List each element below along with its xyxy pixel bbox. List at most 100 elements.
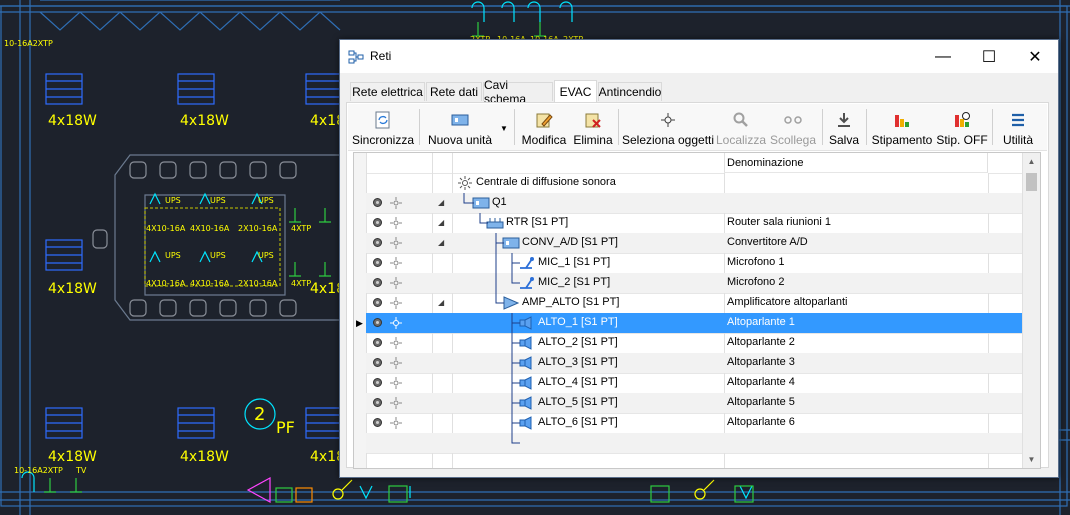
tree-row[interactable]: ALTO_4 [S1 PT] Altoparlante 4 — [354, 373, 1024, 394]
stip-off-label: Stip. OFF — [936, 133, 988, 147]
tab-antincendio[interactable]: Antincendio — [598, 82, 662, 101]
close-button[interactable]: ✕ — [1012, 40, 1058, 73]
tree-row[interactable]: ◢ RTR [S1 PT] Router sala riunioni 1 — [354, 213, 1024, 234]
nuova-unita-dropdown[interactable]: ▼ — [498, 104, 510, 150]
minimize-button[interactable]: — — [920, 40, 966, 73]
tree-row[interactable]: ALTO_5 [S1 PT] Altoparlante 5 — [354, 393, 1024, 414]
grid-header: Denominazione — [354, 153, 1024, 174]
target-icon[interactable] — [390, 257, 402, 269]
cad-label-device: 2X10-16A — [238, 279, 278, 288]
magnifier-icon — [733, 110, 749, 130]
cad-label-device: 2X10-16A — [238, 224, 278, 233]
target-icon[interactable] — [390, 417, 402, 429]
tab-rete-dati[interactable]: Rete dati — [426, 82, 482, 101]
target-icon[interactable] — [390, 337, 402, 349]
toolbar-separator — [822, 109, 823, 145]
localizza-button[interactable]: Localizza — [716, 104, 766, 150]
network-tree-grid: Denominazione Centrale di diffusione son… — [353, 152, 1041, 469]
sincronizza-button[interactable]: Sincronizza — [352, 104, 414, 150]
tree-row[interactable]: MIC_1 [S1 PT] Microfono 1 — [354, 253, 1024, 274]
microphone-icon — [520, 257, 534, 269]
scollega-label: Scollega — [769, 133, 817, 147]
tree-row-name: ALTO_1 [S1 PT] — [538, 316, 618, 328]
tree-row-name: RTR [S1 PT] — [506, 216, 569, 228]
tab-evac[interactable]: EVAC — [554, 80, 597, 103]
toolbar: Sincronizza Nuova unità ▼ Modifica Elimi… — [348, 104, 1047, 151]
bar-chart-off-icon — [953, 110, 971, 130]
title-bar[interactable]: Reti — ☐ ✕ — [340, 40, 1058, 73]
tree-row[interactable]: Centrale di diffusione sonora — [354, 173, 1024, 194]
toolbar-separator — [866, 109, 867, 145]
scroll-thumb[interactable] — [1026, 173, 1037, 191]
target-icon[interactable] — [390, 217, 402, 229]
toolbar-separator — [419, 109, 420, 145]
target-icon[interactable] — [390, 297, 402, 309]
nuova-unita-button[interactable]: Nuova unità — [424, 104, 496, 150]
tree-row[interactable]: MIC_2 [S1 PT] Microfono 2 — [354, 273, 1024, 294]
scollega-button[interactable]: Scollega — [768, 104, 818, 150]
stipamento-button[interactable]: Stipamento — [871, 104, 933, 150]
cad-label-ups: UPS — [165, 251, 181, 260]
column-header-denominazione[interactable]: Denominazione — [724, 153, 988, 173]
elimina-label: Elimina — [573, 133, 613, 147]
tree-row-desc: Altoparlante 4 — [727, 376, 795, 388]
target-icon[interactable] — [390, 317, 402, 329]
scroll-up-icon[interactable]: ▲ — [1023, 153, 1040, 170]
toolbar-separator — [618, 109, 619, 145]
tree-row[interactable]: ◢ AMP_ALTO [S1 PT] Amplificatore altopar… — [354, 293, 1024, 314]
cad-label-4x18w: 4x18W — [180, 449, 229, 465]
status-dot-icon — [373, 258, 382, 267]
empty-row — [354, 433, 1024, 454]
cad-label-device: 4X10-16A — [146, 279, 186, 288]
tree-row[interactable]: ◢ CONV_A/D [S1 PT] Convertitore A/D — [354, 233, 1024, 254]
salva-label: Salva — [828, 133, 860, 147]
speaker-icon — [519, 336, 532, 350]
amplifier-icon — [503, 296, 520, 310]
elimina-button[interactable]: Elimina — [572, 104, 614, 150]
seleziona-oggetti-label: Seleziona oggetti — [621, 133, 715, 147]
vertical-scrollbar[interactable]: ▲ ▼ — [1022, 153, 1040, 468]
tree-row-name: ALTO_6 [S1 PT] — [538, 416, 618, 428]
speaker-icon — [519, 416, 532, 430]
window-title: Reti — [370, 49, 392, 63]
tree-row-selected[interactable]: ▶ ALTO_1 [S1 PT] Altoparlante 1 — [354, 313, 1024, 334]
evac-panel: Sincronizza Nuova unità ▼ Modifica Elimi… — [346, 102, 1049, 469]
tree-row-name: ALTO_2 [S1 PT] — [538, 336, 618, 348]
seleziona-oggetti-button[interactable]: Seleziona oggetti — [621, 104, 715, 150]
tree-row-desc: Router sala riunioni 1 — [727, 216, 831, 228]
tree-row[interactable]: ALTO_2 [S1 PT] Altoparlante 2 — [354, 333, 1024, 354]
cad-label-ups: UPS — [210, 251, 226, 260]
modifica-button[interactable]: Modifica — [518, 104, 570, 150]
expand-arrow-icon[interactable]: ◢ — [438, 238, 444, 247]
target-icon[interactable] — [390, 197, 402, 209]
status-dot-icon — [373, 418, 382, 427]
maximize-button[interactable]: ☐ — [966, 40, 1012, 73]
target-icon[interactable] — [390, 237, 402, 249]
tree-row-desc: Altoparlante 2 — [727, 336, 795, 348]
stip-off-button[interactable]: Stip. OFF — [936, 104, 988, 150]
speaker-icon — [519, 376, 532, 390]
salva-button[interactable]: Salva — [826, 104, 862, 150]
toolbar-separator — [992, 109, 993, 145]
tree-row-desc: Altoparlante 6 — [727, 416, 795, 428]
unlink-icon — [784, 110, 802, 130]
expand-arrow-icon[interactable]: ◢ — [438, 198, 444, 207]
tree-row-name: ALTO_3 [S1 PT] — [538, 356, 618, 368]
target-icon[interactable] — [390, 377, 402, 389]
tab-rete-elettrica[interactable]: Rete elettrica — [350, 82, 425, 101]
tree-row[interactable]: ALTO_6 [S1 PT] Altoparlante 6 — [354, 413, 1024, 434]
scroll-down-icon[interactable]: ▼ — [1023, 451, 1040, 468]
target-icon[interactable] — [390, 357, 402, 369]
nuova-unita-label: Nuova unità — [427, 133, 493, 147]
expand-arrow-icon[interactable]: ◢ — [438, 298, 444, 307]
panel-icon — [502, 237, 520, 249]
tree-row[interactable]: ◢ Q1 — [354, 193, 1024, 214]
tree-row-desc: Convertitore A/D — [727, 236, 808, 248]
expand-arrow-icon[interactable]: ◢ — [438, 218, 444, 227]
utilita-button[interactable]: Utilità — [997, 104, 1039, 150]
tab-cavi-schema[interactable]: Cavi schema — [483, 78, 553, 106]
target-icon[interactable] — [390, 277, 402, 289]
cad-label-bottom-left: 10-16A2XTP — [14, 466, 63, 475]
tree-row[interactable]: ALTO_3 [S1 PT] Altoparlante 3 — [354, 353, 1024, 374]
target-icon[interactable] — [390, 397, 402, 409]
